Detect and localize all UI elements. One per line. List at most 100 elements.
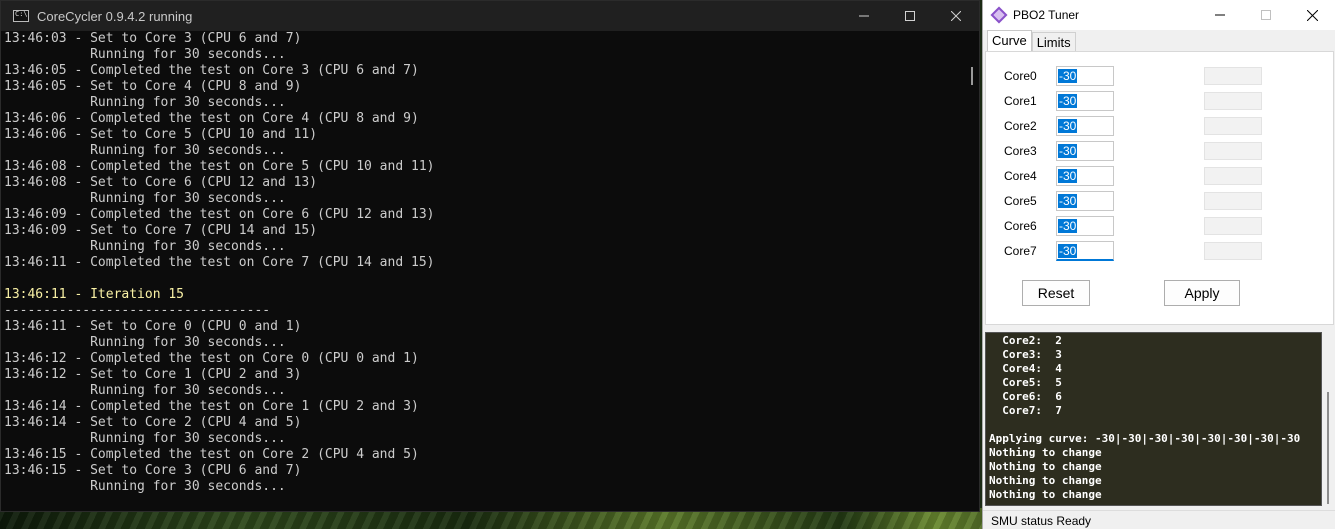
- console-line: 13:46:11 - Completed the test on Core 7 …: [4, 255, 435, 270]
- core-row-3: Core3 -30: [1004, 141, 1334, 161]
- core-label: Core7: [1004, 244, 1037, 258]
- core-label: Core1: [1004, 94, 1037, 108]
- pbo2-tuner-window: PBO2 Tuner Curve Limits Reset Apply Core…: [982, 0, 1335, 529]
- console-line: 13:46:14 - Set to Core 2 (CPU 4 and 5): [4, 415, 302, 430]
- core-offset-value: -30: [1058, 119, 1078, 133]
- console-line: Running for 30 seconds...: [4, 239, 286, 254]
- console-line: 13:46:15 - Completed the test on Core 2 …: [4, 447, 419, 462]
- console-line: Running for 30 seconds...: [4, 335, 286, 350]
- corecycler-console-window: CoreCycler 0.9.4.2 running 13:46:03 - Se…: [0, 0, 980, 512]
- minimize-icon: [859, 15, 869, 17]
- core-readout-field: [1204, 92, 1262, 110]
- core-offset-input[interactable]: -30: [1056, 141, 1114, 161]
- console-line: 13:46:06 - Set to Core 5 (CPU 10 and 11): [4, 127, 318, 142]
- console-line: Running for 30 seconds...: [4, 383, 286, 398]
- console-line: 13:46:06 - Completed the test on Core 4 …: [4, 111, 419, 126]
- apply-button[interactable]: Apply: [1164, 280, 1240, 306]
- console-line: 13:46:11 - Set to Core 0 (CPU 0 and 1): [4, 319, 302, 334]
- console-output[interactable]: 13:46:03 - Set to Core 3 (CPU 6 and 7) R…: [1, 31, 979, 512]
- core-row-0: Core0 -30: [1004, 66, 1334, 86]
- tuner-titlebar[interactable]: PBO2 Tuner: [983, 0, 1335, 30]
- maximize-icon: [1261, 10, 1271, 20]
- core-readout-field: [1204, 67, 1262, 85]
- pbo2-tuner-app-icon: [990, 6, 1008, 24]
- tuner-title: PBO2 Tuner: [1013, 8, 1080, 22]
- core-offset-value: -30: [1058, 69, 1078, 83]
- core-row-6: Core6 -30: [1004, 216, 1334, 236]
- console-line: 13:46:11 - Iteration 15: [4, 287, 185, 302]
- maximize-icon: [905, 11, 915, 21]
- tuner-maximize-button: [1243, 0, 1289, 30]
- close-icon: [1306, 9, 1318, 21]
- console-titlebar[interactable]: CoreCycler 0.9.4.2 running: [1, 1, 979, 31]
- core-readout-field: [1204, 242, 1262, 260]
- core-offset-input[interactable]: -30: [1056, 191, 1114, 211]
- minimize-icon: [1215, 14, 1225, 16]
- core-label: Core6: [1004, 219, 1037, 233]
- tuner-minimize-button[interactable]: [1197, 0, 1243, 30]
- minimize-button[interactable]: [841, 1, 887, 31]
- status-bar: SMU status Ready: [983, 510, 1335, 529]
- core-offset-value: -30: [1058, 144, 1078, 158]
- log-line: Nothing to change: [989, 488, 1102, 501]
- curve-tab-panel: Reset Apply Core0 -30 Core1 -30 Core2 -30 Core…: [985, 51, 1334, 325]
- core-label: Core3: [1004, 144, 1037, 158]
- console-title: CoreCycler 0.9.4.2 running: [37, 8, 193, 24]
- console-line: ----------------------------------: [4, 303, 271, 318]
- core-row-4: Core4 -30: [1004, 166, 1334, 186]
- log-line: Core2: 2: [989, 334, 1062, 347]
- core-row-2: Core2 -30: [1004, 116, 1334, 136]
- core-offset-input[interactable]: -30: [1056, 66, 1114, 86]
- console-line: 13:46:05 - Completed the test on Core 3 …: [4, 63, 419, 78]
- console-line: Running for 30 seconds...: [4, 47, 286, 62]
- core-label: Core5: [1004, 194, 1037, 208]
- console-line: 13:46:12 - Completed the test on Core 0 …: [4, 351, 419, 366]
- core-offset-input[interactable]: -30: [1056, 166, 1114, 186]
- maximize-button[interactable]: [887, 1, 933, 31]
- console-line: Running for 30 seconds...: [4, 479, 286, 494]
- core-offset-input[interactable]: -30: [1056, 216, 1114, 236]
- core-offset-value: -30: [1058, 169, 1078, 183]
- core-readout-field: [1204, 167, 1262, 185]
- log-line: Core3: 3: [989, 348, 1062, 361]
- console-line: 13:46:05 - Set to Core 4 (CPU 8 and 9): [4, 79, 302, 94]
- tuner-tabs: Curve Limits: [987, 30, 1076, 53]
- console-line: 13:46:09 - Completed the test on Core 6 …: [4, 207, 435, 222]
- core-offset-value: -30: [1058, 94, 1078, 108]
- log-line: Core7: 7: [989, 404, 1062, 417]
- log-line: Nothing to change: [989, 460, 1102, 473]
- tuner-close-button[interactable]: [1289, 0, 1335, 30]
- core-offset-value: -30: [1058, 194, 1078, 208]
- log-scrollbar-thumb[interactable]: [1327, 392, 1329, 504]
- console-scrollbar[interactable]: [971, 67, 973, 85]
- console-line: Running for 30 seconds...: [4, 191, 286, 206]
- console-line: 13:46:09 - Set to Core 7 (CPU 14 and 15): [4, 223, 318, 238]
- core-row-5: Core5 -30: [1004, 191, 1334, 211]
- log-line: Core4: 4: [989, 362, 1062, 375]
- log-line: Applying curve: -30|-30|-30|-30|-30|-30|…: [989, 432, 1301, 445]
- reset-button[interactable]: Reset: [1022, 280, 1090, 306]
- tab-curve[interactable]: Curve: [987, 30, 1032, 52]
- core-label: Core0: [1004, 69, 1037, 83]
- console-line: Running for 30 seconds...: [4, 95, 286, 110]
- core-readout-field: [1204, 217, 1262, 235]
- log-scrollbar[interactable]: [1322, 332, 1334, 506]
- core-offset-input[interactable]: -30: [1056, 116, 1114, 136]
- core-label: Core2: [1004, 119, 1037, 133]
- core-readout-field: [1204, 192, 1262, 210]
- core-offset-value: -30: [1058, 244, 1078, 258]
- close-button[interactable]: [933, 1, 979, 31]
- close-icon: [951, 11, 961, 21]
- log-line: Nothing to change: [989, 474, 1102, 487]
- tuner-log-output[interactable]: Core2: 2 Core3: 3 Core4: 4 Core5: 5 Core…: [985, 332, 1322, 506]
- console-line: Running for 30 seconds...: [4, 431, 286, 446]
- log-line: Core6: 6: [989, 390, 1062, 403]
- tab-limits[interactable]: Limits: [1031, 32, 1076, 53]
- core-offset-input[interactable]: -30: [1056, 91, 1114, 111]
- core-label: Core4: [1004, 169, 1037, 183]
- core-readout-field: [1204, 142, 1262, 160]
- console-line: 13:46:03 - Set to Core 3 (CPU 6 and 7): [4, 31, 302, 46]
- core-offset-input[interactable]: -30: [1056, 241, 1114, 261]
